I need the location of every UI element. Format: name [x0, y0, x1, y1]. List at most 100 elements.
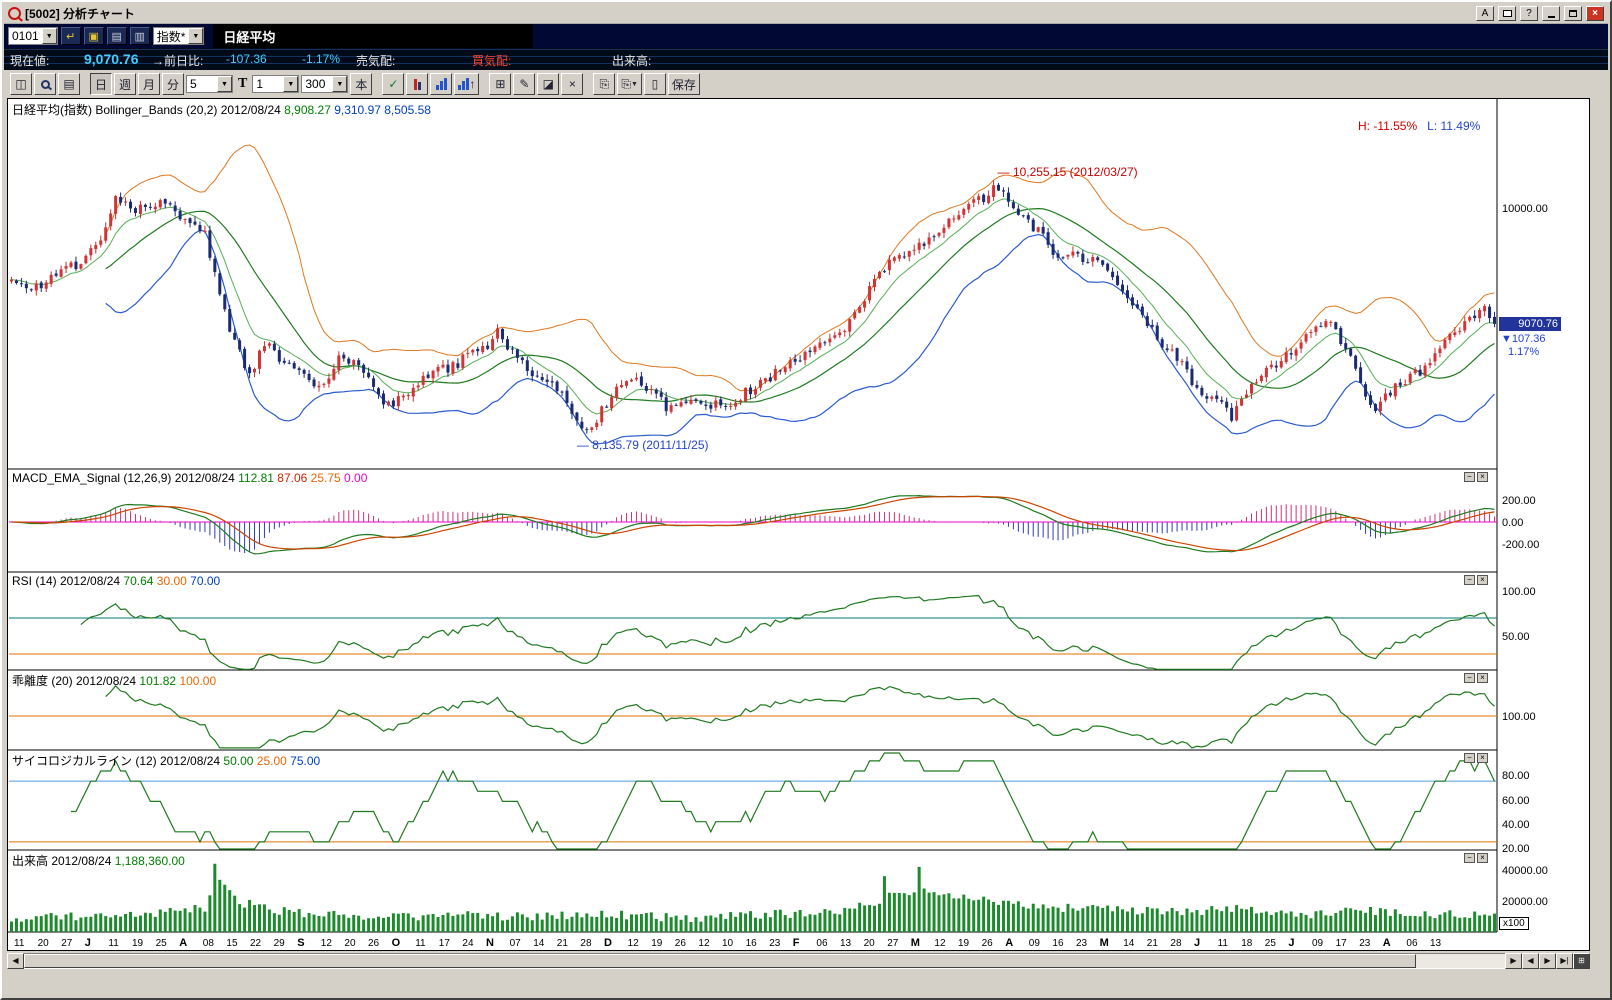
svg-text:16: 16: [1052, 938, 1064, 949]
draw-icon[interactable]: ✎: [513, 73, 535, 95]
bars-glyph: [458, 78, 469, 90]
svg-text:60.00: 60.00: [1502, 795, 1530, 807]
scrollbar-track[interactable]: [24, 953, 1505, 969]
change-percent-value: -1.17%: [302, 52, 340, 66]
scroll-left-button[interactable]: ◀: [7, 953, 24, 969]
horizontal-scrollbar[interactable]: ◀ ▶ ◀ ▶ ▶| ⊞: [7, 952, 1590, 969]
svg-text:J: J: [1194, 937, 1200, 949]
bar-chart-icon[interactable]: [430, 73, 452, 95]
bars-unit-button[interactable]: 本: [350, 73, 372, 95]
minimize-panel-icon[interactable]: −: [1464, 575, 1475, 585]
maximize-button[interactable]: [1564, 6, 1582, 21]
zoom-icon[interactable]: [34, 73, 56, 95]
tick-interval-select[interactable]: 1 ▼: [252, 75, 299, 93]
scrollbar-thumb[interactable]: [24, 954, 1416, 968]
dropdown-arrow-icon[interactable]: ▼: [42, 28, 57, 44]
header-segment: 112.81: [238, 471, 277, 485]
svg-text:O: O: [392, 937, 401, 949]
chart-window-icon[interactable]: ◫: [10, 73, 32, 95]
save-button[interactable]: 保存: [668, 73, 700, 95]
dropdown-arrow-icon[interactable]: ▼: [283, 76, 298, 92]
header-segment: 出来高 2012/08/24: [12, 854, 115, 868]
svg-text:16: 16: [746, 938, 758, 949]
svg-text:06: 06: [816, 938, 828, 949]
copy-options-icon[interactable]: ⎘▼: [617, 73, 642, 95]
submit-icon[interactable]: ↵: [61, 27, 81, 45]
bar-count-select[interactable]: 300 ▼: [301, 75, 348, 93]
eraser-icon[interactable]: ◪: [537, 73, 559, 95]
kairi-plot: [9, 686, 1497, 748]
new-page-icon[interactable]: ▤: [58, 73, 80, 95]
header-segment: 9,310.97: [334, 103, 384, 117]
close-panel-icon[interactable]: ×: [1477, 673, 1488, 683]
header-segment: サイコロジカルライン (12) 2012/08/24: [12, 754, 223, 768]
svg-text:21: 21: [557, 938, 569, 949]
svg-text:23: 23: [769, 938, 781, 949]
svg-text:M: M: [1100, 937, 1109, 949]
minimize-panel-icon[interactable]: −: [1464, 673, 1475, 683]
header-segment: 50.00: [223, 754, 256, 768]
list-icon[interactable]: ▥: [130, 27, 150, 45]
help-button[interactable]: ?: [1520, 6, 1538, 21]
svg-text:S: S: [297, 937, 304, 949]
change-label: →前日比:: [152, 52, 203, 69]
up-arrow-icon: ↑: [469, 77, 475, 91]
magnifier-icon: [41, 80, 50, 89]
index-select[interactable]: 指数* ▼: [153, 27, 205, 45]
dropdown-arrow-icon[interactable]: ▼: [332, 76, 347, 92]
register-icon[interactable]: ▣: [84, 27, 104, 45]
period-minute-button[interactable]: 分: [162, 73, 184, 95]
period-weekly-button[interactable]: 週: [114, 73, 136, 95]
chart-settings-button[interactable]: ⊞: [1573, 953, 1590, 969]
symbol-code-input[interactable]: 0101 ▼: [8, 27, 58, 45]
grid-icon[interactable]: ⊞: [489, 73, 511, 95]
minimize-panel-icon[interactable]: −: [1464, 853, 1475, 863]
svg-text:11: 11: [14, 938, 25, 949]
tick-label: T: [238, 76, 247, 92]
annotation-mode-button[interactable]: A: [1476, 6, 1494, 21]
svg-text:28: 28: [1170, 938, 1182, 949]
delete-drawing-icon[interactable]: ×: [561, 73, 583, 95]
close-panel-icon[interactable]: ×: [1477, 753, 1488, 763]
period-monthly-button[interactable]: 月: [138, 73, 160, 95]
scroll-right-button[interactable]: ▶: [1505, 953, 1522, 969]
window-style-button[interactable]: [1498, 6, 1516, 21]
minimize-panel-icon[interactable]: −: [1464, 753, 1475, 763]
svg-text:0.00: 0.00: [1502, 517, 1523, 529]
main-panel-header: 日経平均(指数) Bollinger_Bands (20,2) 2012/08/…: [12, 101, 431, 118]
rsi-plot: [9, 596, 1497, 670]
jump-end-button[interactable]: ▶|: [1556, 953, 1573, 969]
window-title: [5002] 分析チャート: [25, 5, 135, 22]
dropdown-arrow-icon[interactable]: ▼: [217, 76, 232, 92]
svg-text:29: 29: [274, 938, 286, 949]
page-left-button[interactable]: ◀: [1522, 953, 1539, 969]
minimize-button[interactable]: [1542, 6, 1560, 21]
memo-icon[interactable]: ▤: [107, 27, 127, 45]
chart-canvas[interactable]: 10000.00200.000.00-200.00100.0050.00100.…: [8, 99, 1589, 950]
print-page-icon[interactable]: ▯: [644, 73, 666, 95]
period-daily-button[interactable]: 日: [90, 73, 112, 95]
minimize-panel-icon[interactable]: −: [1464, 472, 1475, 482]
main-price-plot: [12, 145, 1495, 444]
close-panel-icon[interactable]: ×: [1477, 575, 1488, 585]
volume-chart-icon[interactable]: ↑: [454, 73, 479, 95]
svg-text:09: 09: [1312, 938, 1324, 949]
candlestick-icon[interactable]: [406, 73, 428, 95]
close-panel-icon[interactable]: ×: [1477, 472, 1488, 482]
svg-text:25: 25: [156, 938, 168, 949]
minute-interval-select[interactable]: 5 ▼: [186, 75, 233, 93]
current-price-value: 9,070.76: [84, 51, 139, 67]
volume-plot: [11, 864, 1494, 932]
page-right-button[interactable]: ▶: [1539, 953, 1556, 969]
svg-text:12: 12: [628, 938, 640, 949]
svg-text:200.00: 200.00: [1502, 495, 1536, 507]
close-button[interactable]: ×: [1586, 6, 1604, 21]
copy-chart-icon[interactable]: ⎘: [593, 73, 615, 95]
line-chart-icon[interactable]: ✓: [382, 73, 404, 95]
svg-text:12: 12: [321, 938, 333, 949]
panel-borders: [8, 99, 1497, 932]
close-panel-icon[interactable]: ×: [1477, 853, 1488, 863]
chart-area[interactable]: 10000.00200.000.00-200.00100.0050.00100.…: [7, 98, 1590, 951]
period-low-annotation: — 8,135.79 (2011/11/25): [577, 438, 709, 452]
dropdown-arrow-icon[interactable]: ▼: [188, 28, 203, 44]
